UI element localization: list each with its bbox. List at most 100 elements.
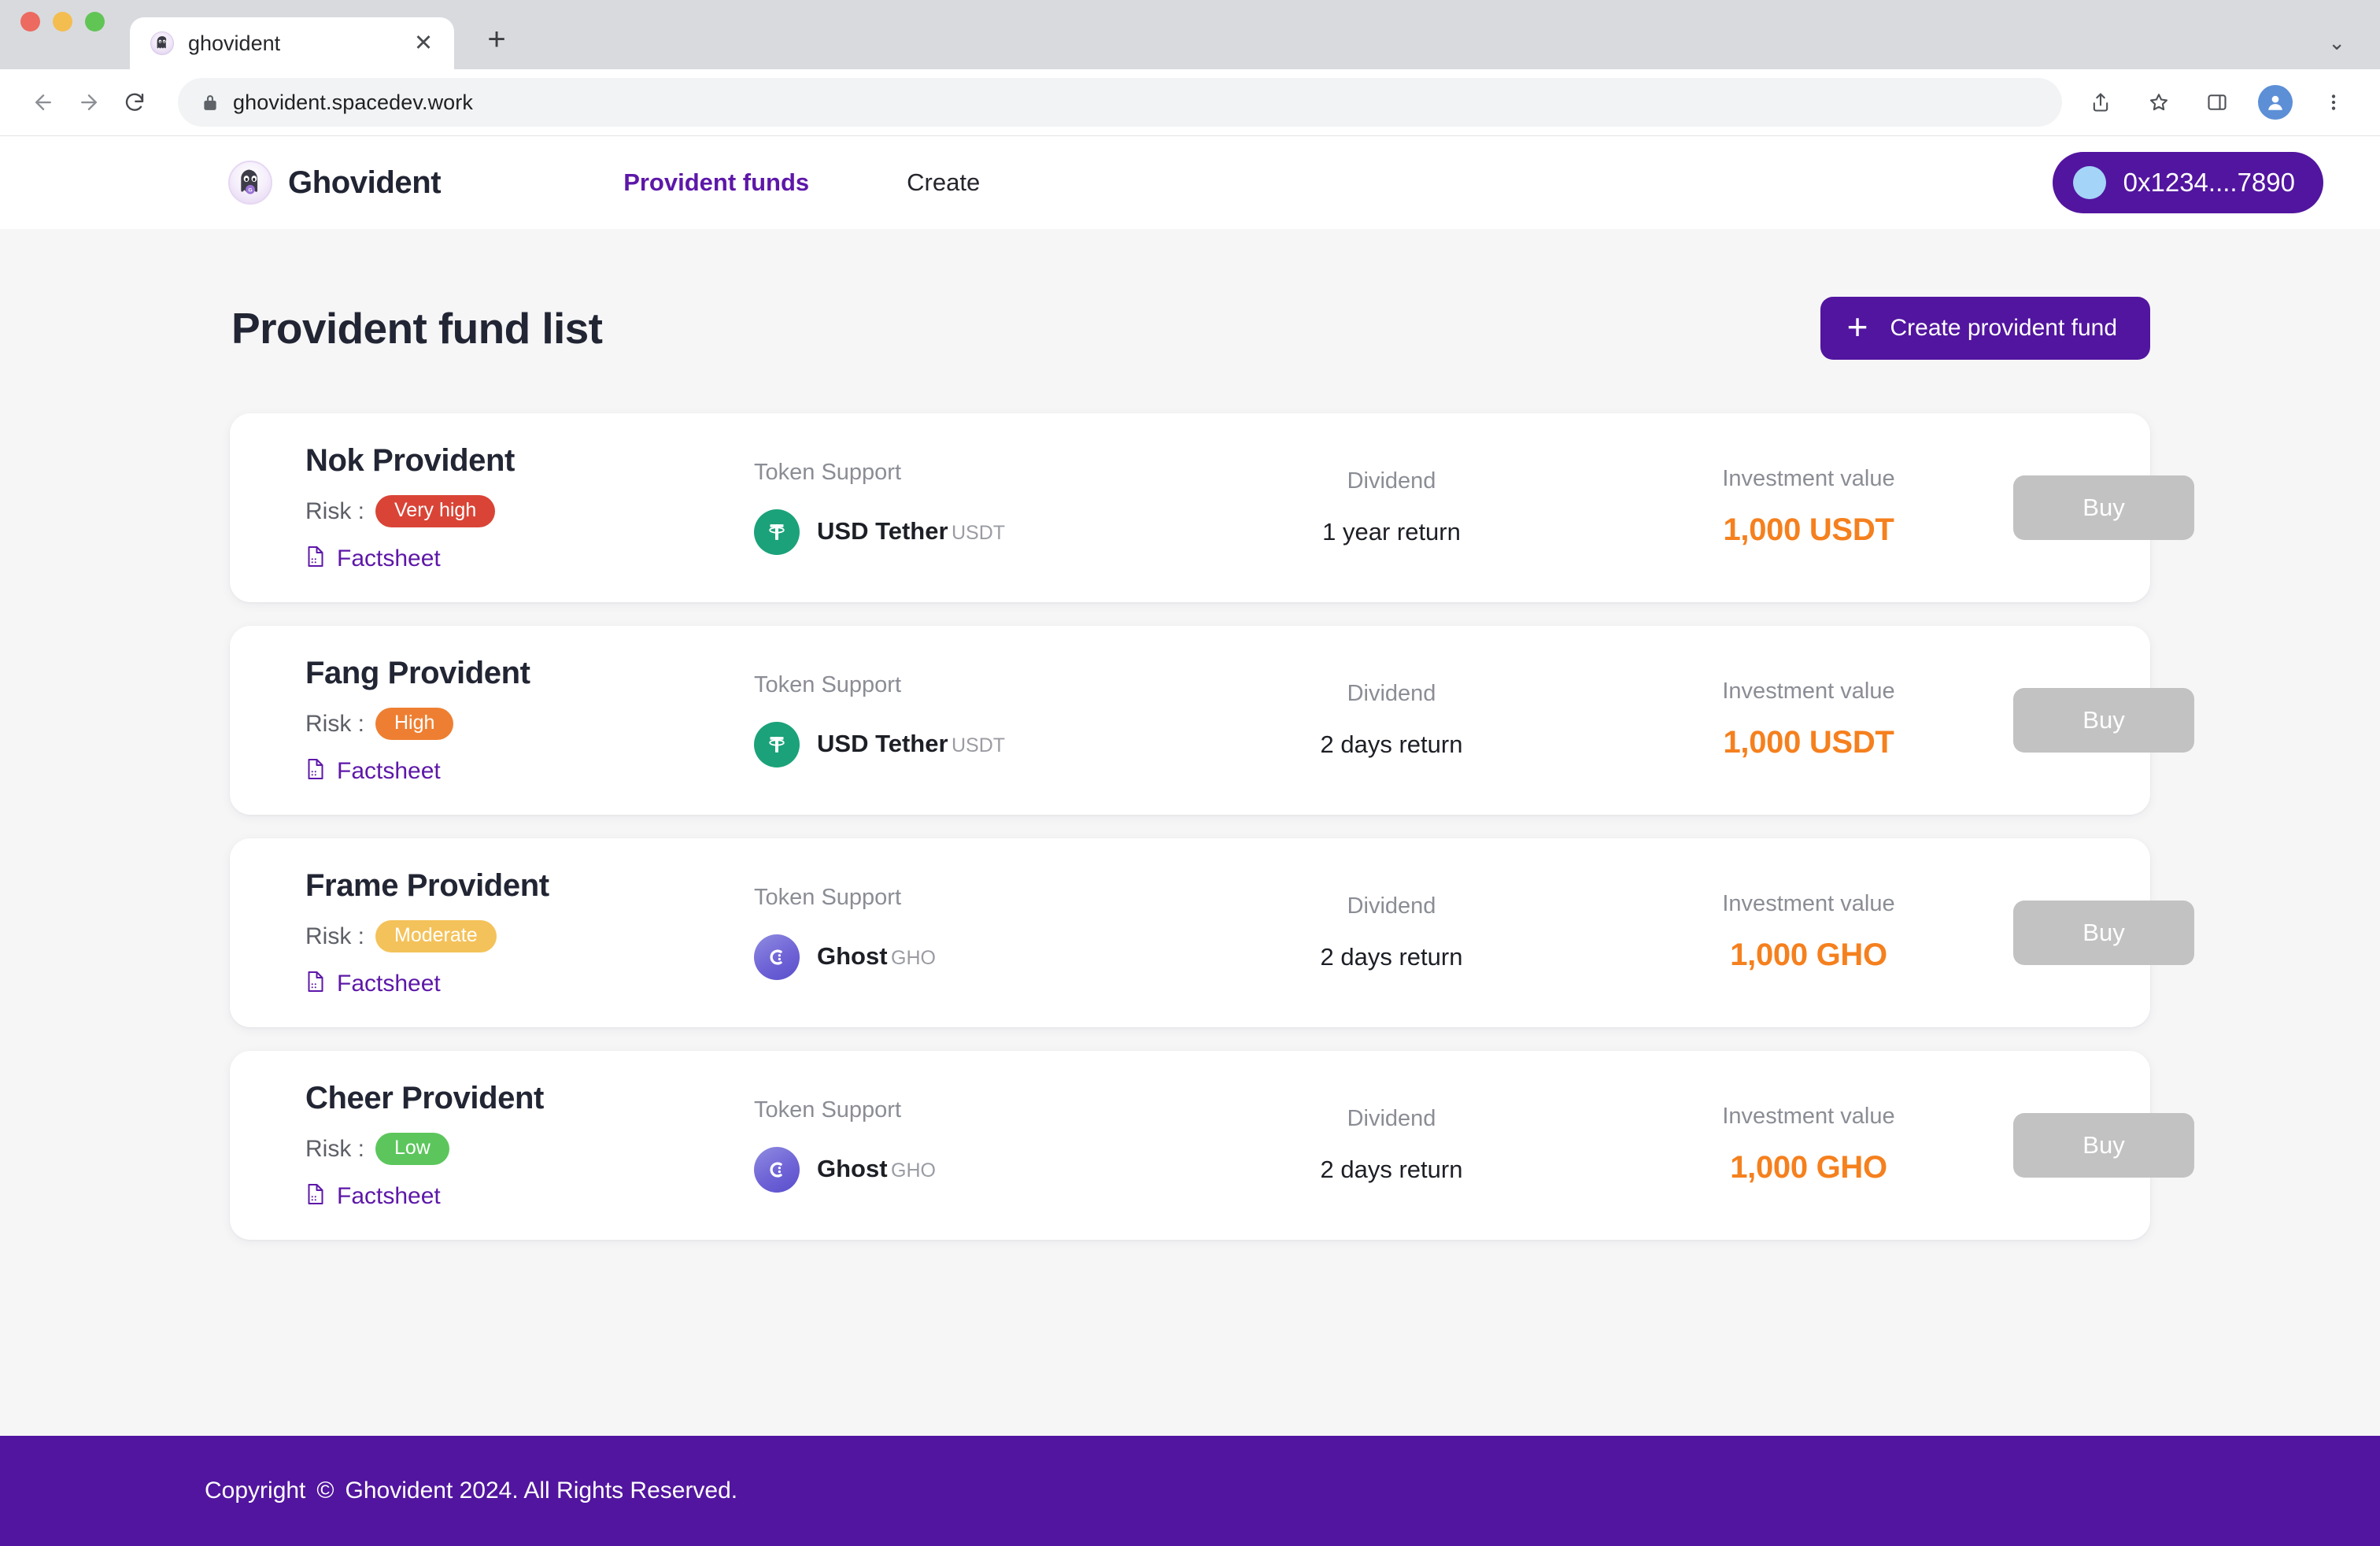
token-column-header: Token Support <box>754 459 902 485</box>
investment-value: 1,000 USDT <box>1723 725 1894 760</box>
token-text: USD Tether USDT <box>817 518 1005 545</box>
usdt-icon <box>754 721 800 767</box>
create-provident-fund-button[interactable]: + Create provident fund <box>1820 297 2150 360</box>
status-badge: Low <box>375 1133 449 1165</box>
investment-value-column: Investment value 1,000 GHO <box>1604 893 2013 973</box>
share-icon[interactable] <box>2082 84 2119 120</box>
status-badge: Very high <box>375 495 496 527</box>
provident-fund-card[interactable]: Fang Provident Risk : High Factsheet Tok… <box>230 626 2194 815</box>
token-column-header: Token Support <box>754 884 902 910</box>
buy-button[interactable]: Buy <box>2013 1113 2194 1178</box>
fund-name: Cheer Provident <box>305 1081 544 1115</box>
token-symbol: GHO <box>891 947 936 970</box>
footer-copyright-word: Copyright <box>205 1478 306 1503</box>
profile-avatar-icon[interactable] <box>2257 84 2293 120</box>
kebab-menu-icon[interactable] <box>2315 84 2352 120</box>
document-icon <box>305 545 326 572</box>
token-column: Token Support Ghost GHO <box>754 1097 1179 1193</box>
fund-name: Nok Provident <box>305 443 515 478</box>
fund-name: Fang Provident <box>305 656 530 690</box>
investment-value: 1,000 USDT <box>1723 512 1894 547</box>
close-window-button[interactable] <box>20 11 40 31</box>
svg-text:G: G <box>248 187 252 193</box>
investment-value-column: Investment value 1,000 GHO <box>1604 1105 2013 1185</box>
plus-icon[interactable]: + <box>478 20 516 58</box>
plus-icon: + <box>1846 306 1868 347</box>
token-name: USD Tether <box>817 730 948 758</box>
reload-icon[interactable] <box>112 80 157 125</box>
token-name: Ghost <box>817 1155 888 1183</box>
buy-button[interactable]: Buy <box>2013 688 2194 753</box>
browser-toolbar: ghovident.spacedev.work <box>0 69 2380 136</box>
token-symbol: USDT <box>951 734 1006 757</box>
risk-row: Risk : Moderate <box>305 920 754 952</box>
footer-copyright-text: Ghovident 2024. All Rights Reserved. <box>345 1478 738 1503</box>
dividend-column-header: Dividend <box>1347 893 1436 919</box>
token-column: Token Support USD Tether USDT <box>754 671 1179 767</box>
provident-fund-card[interactable]: Nok Provident Risk : Very high Factsheet <box>230 413 2194 602</box>
maximize-window-button[interactable] <box>85 11 105 31</box>
investment-value-header: Investment value <box>1722 679 1895 704</box>
star-icon[interactable] <box>2141 84 2177 120</box>
token-column-header: Token Support <box>754 671 902 697</box>
dividend-column-header: Dividend <box>1347 680 1436 706</box>
provident-fund-card[interactable]: Cheer Provident Risk : Low Factsheet Tok… <box>230 1051 2194 1240</box>
provident-fund-card[interactable]: Frame Provident Risk : Moderate Factshee… <box>230 838 2194 1027</box>
buy-button[interactable]: Buy <box>2013 901 2194 965</box>
browser-tab[interactable]: ghovident ✕ <box>130 17 454 69</box>
risk-label: Risk : <box>305 1135 364 1162</box>
factsheet-link[interactable]: Factsheet <box>305 970 754 997</box>
create-button-label: Create provident fund <box>1890 315 2117 341</box>
fund-info-column: Cheer Provident Risk : Low Factsheet <box>305 1081 754 1210</box>
factsheet-link[interactable]: Factsheet <box>305 545 754 572</box>
factsheet-label: Factsheet <box>337 757 441 784</box>
nav-link-create[interactable]: Create <box>907 168 980 197</box>
factsheet-label: Factsheet <box>337 1182 441 1209</box>
document-icon <box>305 970 326 997</box>
factsheet-link[interactable]: Factsheet <box>305 1182 754 1210</box>
risk-row: Risk : High <box>305 708 754 740</box>
page-content: Provident fund list + Create provident f… <box>0 229 2380 1436</box>
usdt-icon <box>754 509 800 555</box>
risk-label: Risk : <box>305 497 364 524</box>
dividend-column: Dividend 2 days return <box>1179 682 1604 759</box>
token-column: Token Support Ghost GHO <box>754 886 1179 980</box>
dividend-column: Dividend 1 year return <box>1179 468 1604 546</box>
side-panel-icon[interactable] <box>2199 84 2235 120</box>
ghost-logo-icon: G <box>228 161 272 205</box>
investment-value-column: Investment value 1,000 USDT <box>1604 680 2013 760</box>
risk-label: Risk : <box>305 710 364 737</box>
status-badge: Moderate <box>375 920 497 952</box>
risk-row: Risk : Very high <box>305 495 754 527</box>
minimize-window-button[interactable] <box>53 11 72 31</box>
factsheet-link[interactable]: Factsheet <box>305 757 754 785</box>
dividend-value: 2 days return <box>1320 942 1463 971</box>
token-symbol: GHO <box>891 1160 936 1182</box>
brand-logo-link[interactable]: G Ghovident <box>228 161 442 205</box>
chevron-down-icon[interactable]: ⌄ <box>2328 31 2345 55</box>
token-column-header: Token Support <box>754 1097 902 1123</box>
token-row: USD Tether USDT <box>754 721 1179 767</box>
close-icon[interactable]: ✕ <box>410 30 437 57</box>
investment-value-column: Investment value 1,000 USDT <box>1604 468 2013 548</box>
address-bar-url: ghovident.spacedev.work <box>233 90 473 114</box>
browser-tab-strip: ghovident ✕ + ⌄ <box>0 0 2380 69</box>
token-symbol: USDT <box>951 522 1006 545</box>
dividend-value: 1 year return <box>1322 517 1461 546</box>
nav-link-provident-funds[interactable]: Provident funds <box>623 168 809 197</box>
token-name: Ghost <box>817 942 888 971</box>
action-column: Buy <box>2013 688 2194 753</box>
dividend-column-header: Dividend <box>1347 468 1436 494</box>
investment-value-header: Investment value <box>1722 466 1895 491</box>
buy-button[interactable]: Buy <box>2013 475 2194 540</box>
wallet-address-button[interactable]: 0x1234....7890 <box>2052 152 2323 213</box>
address-bar[interactable]: ghovident.spacedev.work <box>178 78 2062 127</box>
page-viewport: G Ghovident Provident funds Create 0x123… <box>0 136 2380 1546</box>
fund-name: Frame Provident <box>305 868 549 903</box>
app-header: G Ghovident Provident funds Create 0x123… <box>0 136 2380 229</box>
arrow-left-icon[interactable] <box>20 80 66 125</box>
arrow-right-icon[interactable] <box>66 80 112 125</box>
token-text: Ghost GHO <box>817 1156 936 1182</box>
action-column: Buy <box>2013 1113 2194 1178</box>
factsheet-label: Factsheet <box>337 970 441 997</box>
